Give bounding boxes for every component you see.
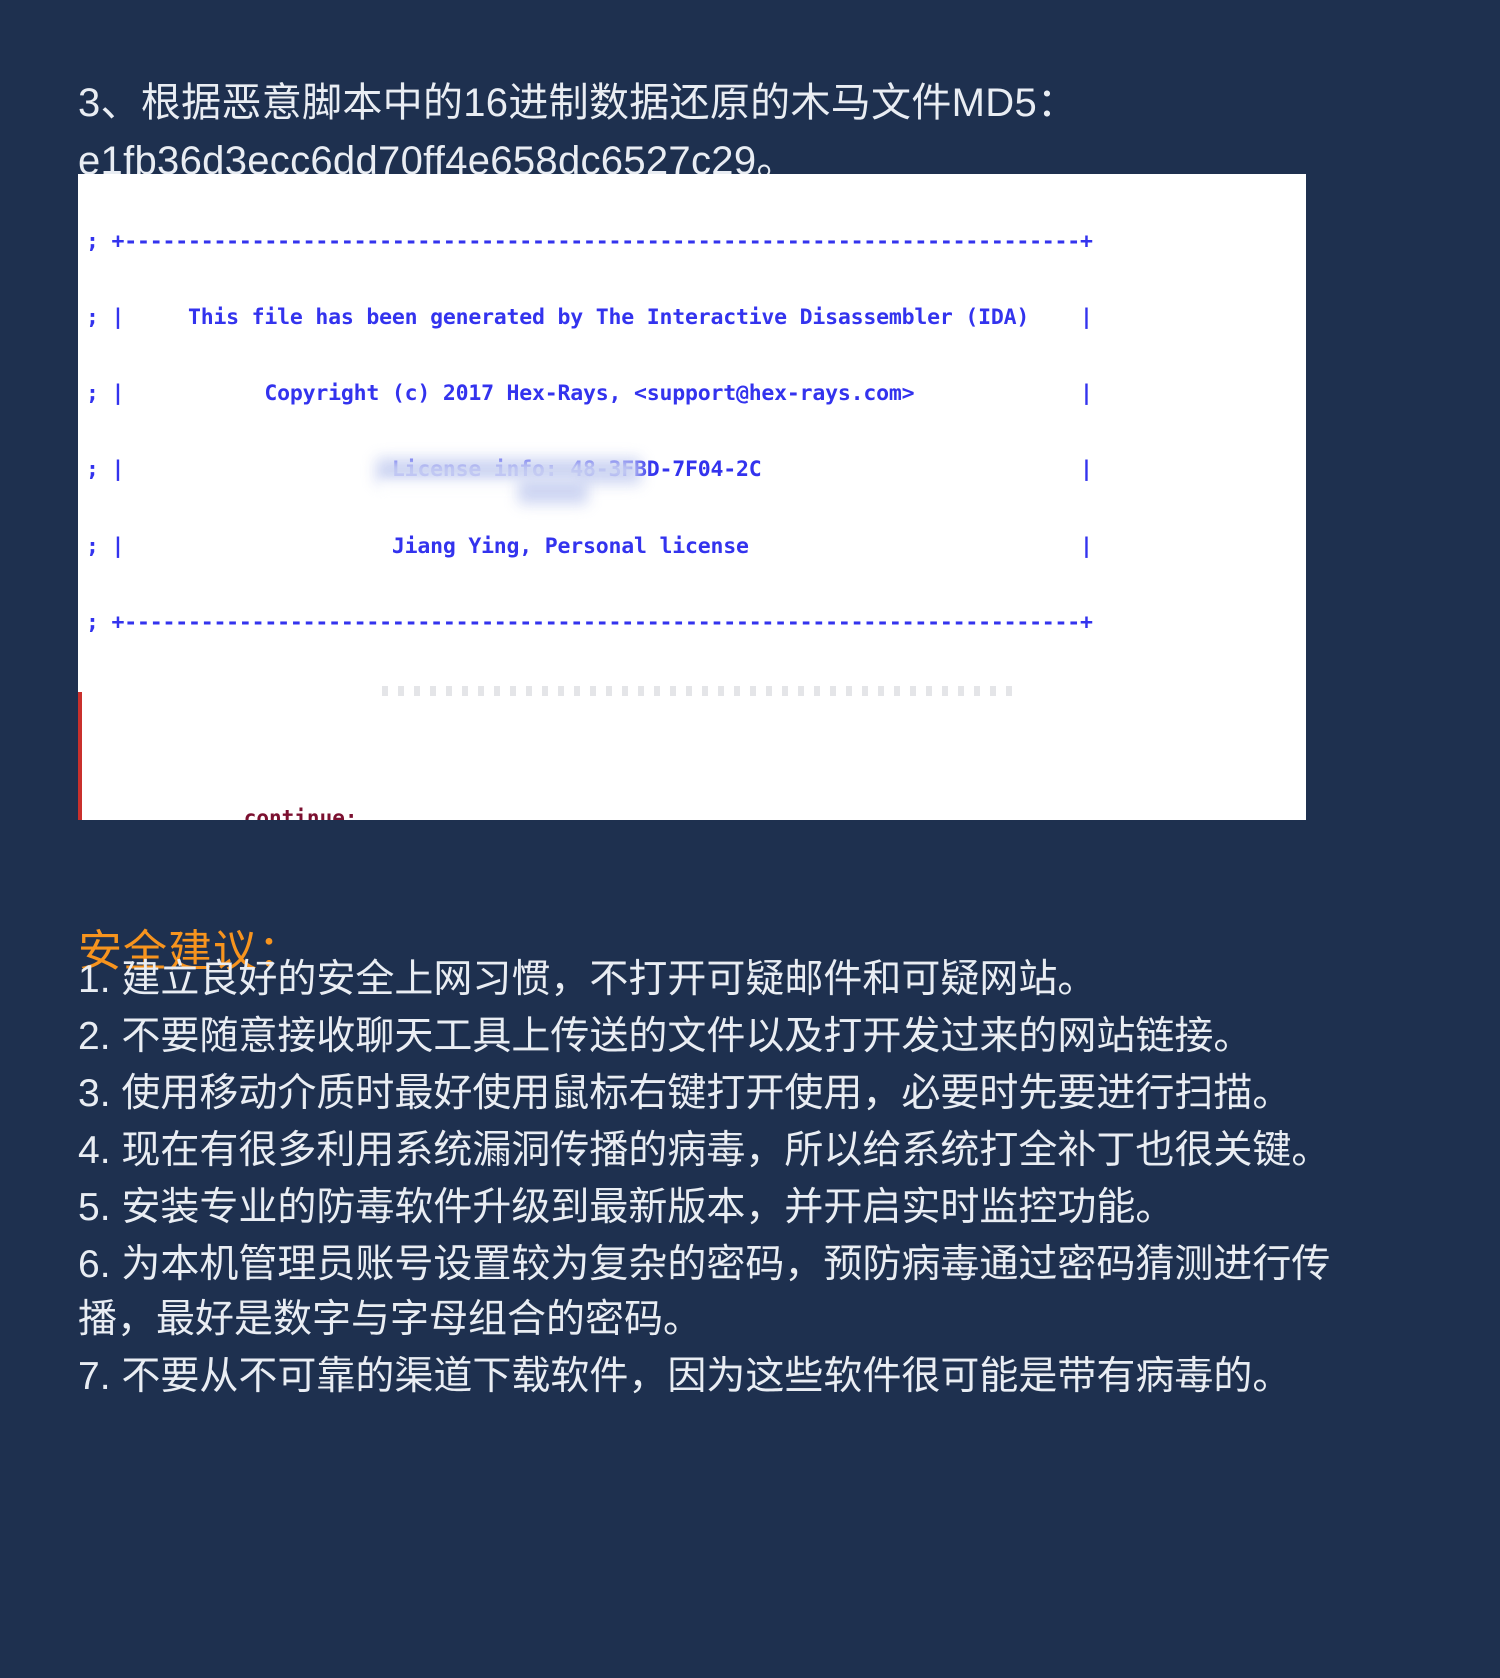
ida-header-line: ; | This file has been generated by The … (86, 305, 1093, 331)
intro-paragraph: 3、根据恶意脚本中的16进制数据还原的木马文件MD5：e1fb36d3ecc6d… (78, 81, 1078, 183)
ida-header-line: ; | Jiang Ying, Personal license | (86, 533, 1093, 559)
ida-header-line: ; | Copyright (c) 2017 Hex-Rays, <suppor… (86, 381, 1093, 407)
advice-list: 1. 建立良好的安全上网习惯，不打开可疑邮件和可疑网站。 2. 不要随意接收聊天… (78, 952, 1408, 1406)
advice-item: 4. 现在有很多利用系统漏洞传播的病毒，所以给系统打全补丁也很关键。 (78, 1129, 1331, 1172)
java-line-continue: continue; (82, 801, 1306, 820)
ida-header-line: ; +-------------------------------------… (86, 609, 1093, 635)
advice-item: 3. 使用移动介质时最好使用鼠标右键打开使用，必要时先要进行扫描。 (78, 1072, 1292, 1115)
java-indent-1 (92, 806, 244, 820)
advice-item: 5. 安装专业的防毒软件升级到最新版本，并开启实时监控功能。 (78, 1186, 1175, 1229)
java-keyword-continue: continue; (243, 806, 358, 820)
ida-header-line: ; +-------------------------------------… (86, 228, 1093, 254)
ida-code-screenshot: ; +-------------------------------------… (78, 174, 1306, 820)
ida-header-line: ; | License info: 48-3FBD-7F04-2C | (86, 457, 1093, 483)
redaction-blur-format-2 (518, 478, 588, 504)
advice-item: 1. 建立良好的安全上网习惯，不打开可疑邮件和可疑网站。 (78, 958, 1097, 1001)
advice-item: 6. 为本机管理员账号设置较为复杂的密码，预防病毒通过密码猜测进行传播，最好是数… (78, 1243, 1331, 1341)
advice-item: 2. 不要随意接收聊天工具上传送的文件以及打开发过来的网站链接。 (78, 1015, 1253, 1058)
faded-separator (382, 686, 1022, 696)
report-page: 3、根据恶意脚本中的16进制数据还原的木马文件MD5：e1fb36d3ecc6d… (0, 0, 1500, 1678)
advice-item: 7. 不要从不可靠的渠道下载软件，因为这些软件很可能是带有病毒的。 (78, 1355, 1292, 1398)
code-screenshot-inner: ; +-------------------------------------… (78, 174, 1306, 820)
java-code-snippet: continue; } this.data = String.valueOf(t… (78, 686, 1306, 820)
